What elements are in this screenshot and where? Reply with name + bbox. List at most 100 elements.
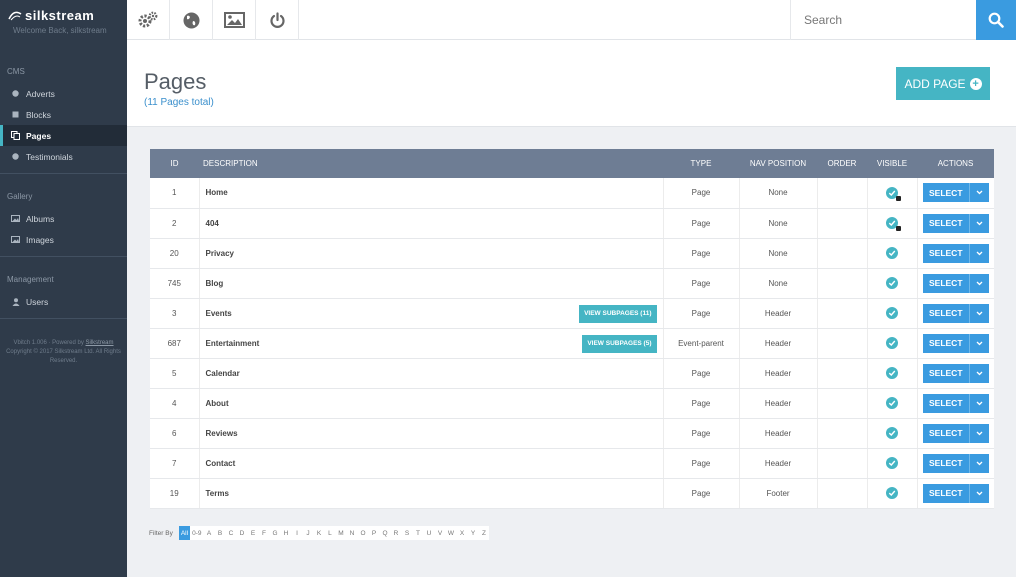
select-action-button[interactable]: SELECT xyxy=(922,303,989,323)
chevron-down-icon[interactable] xyxy=(970,183,989,202)
settings-button[interactable] xyxy=(127,0,170,40)
filter-option[interactable]: L xyxy=(324,526,336,540)
filter-option[interactable]: M xyxy=(335,526,347,540)
check-circle-icon[interactable] xyxy=(886,186,901,201)
row-nav-position: None xyxy=(738,238,817,269)
sidebar-item-pages[interactable]: Pages xyxy=(0,125,127,146)
filter-option[interactable]: O xyxy=(357,526,369,540)
col-visible[interactable]: VISIBLE xyxy=(867,149,917,178)
select-action-button[interactable]: SELECT xyxy=(922,363,989,383)
sidebar-item-adverts[interactable]: Adverts xyxy=(0,83,127,104)
check-circle-icon[interactable] xyxy=(886,277,898,289)
filter-option[interactable]: N xyxy=(346,526,358,540)
chevron-down-icon[interactable] xyxy=(970,274,989,293)
filter-option[interactable]: R xyxy=(390,526,402,540)
select-action-button[interactable]: SELECT xyxy=(922,273,989,293)
filter-option[interactable]: S xyxy=(401,526,413,540)
sidebar-item-users[interactable]: Users xyxy=(0,291,127,312)
check-circle-icon[interactable] xyxy=(886,457,898,469)
row-description: 404 xyxy=(198,208,663,239)
chevron-down-icon[interactable] xyxy=(970,214,989,233)
filter-option[interactable]: All xyxy=(178,526,191,540)
sidebar-item-label: Testimonials xyxy=(26,151,73,162)
filter-option[interactable]: T xyxy=(412,526,424,540)
search-input[interactable] xyxy=(804,13,974,27)
chevron-down-icon[interactable] xyxy=(970,454,989,473)
col-description[interactable]: DESCRIPTION xyxy=(199,149,663,178)
select-action-button[interactable]: SELECT xyxy=(922,333,989,353)
col-id[interactable]: ID xyxy=(150,149,199,178)
chevron-down-icon[interactable] xyxy=(970,334,989,353)
row-visible xyxy=(866,268,917,299)
chevron-down-icon[interactable] xyxy=(970,364,989,383)
filter-option[interactable]: W xyxy=(445,526,457,540)
welcome-text: Welcome Back, silkstream xyxy=(13,26,107,35)
chevron-down-icon[interactable] xyxy=(970,244,989,263)
chevron-down-icon[interactable] xyxy=(970,304,989,323)
filter-option[interactable]: 0-9 xyxy=(190,526,204,540)
select-action-button[interactable]: SELECT xyxy=(922,423,989,443)
sidebar-item-images[interactable]: Images xyxy=(0,229,127,250)
filter-option[interactable]: V xyxy=(434,526,446,540)
col-nav-position[interactable]: NAV POSITION xyxy=(739,149,817,178)
filter-option[interactable]: J xyxy=(302,526,314,540)
filter-option[interactable]: Q xyxy=(379,526,391,540)
filter-option[interactable]: D xyxy=(236,526,248,540)
select-action-button[interactable]: SELECT xyxy=(922,393,989,413)
select-label: SELECT xyxy=(923,333,970,353)
add-page-button[interactable]: ADD PAGE + xyxy=(896,67,990,100)
select-label: SELECT xyxy=(923,303,970,323)
view-subpages-button[interactable]: VIEW SUBPAGES (5) xyxy=(582,334,657,353)
logo[interactable]: silkstream xyxy=(8,8,127,23)
filter-option[interactable]: I xyxy=(291,526,303,540)
globe-icon xyxy=(183,12,199,28)
check-circle-icon[interactable] xyxy=(886,217,901,231)
row-description-text: Calendar xyxy=(205,368,240,378)
search-button[interactable] xyxy=(976,0,1016,40)
filter-option[interactable]: F xyxy=(258,526,270,540)
filter-option[interactable]: Z xyxy=(478,526,490,540)
filter-option[interactable]: Y xyxy=(467,526,479,540)
check-circle-icon[interactable] xyxy=(886,427,898,439)
select-action-button[interactable]: SELECT xyxy=(922,243,989,263)
select-label: SELECT xyxy=(923,483,970,503)
powered-link[interactable]: Silkstream xyxy=(86,340,114,346)
select-action-button[interactable]: SELECT xyxy=(922,213,989,233)
filter-option[interactable]: G xyxy=(269,526,281,540)
filter-option[interactable]: A xyxy=(203,526,215,540)
chevron-down-icon[interactable] xyxy=(970,484,989,503)
filter-option[interactable]: B xyxy=(214,526,226,540)
filter-option[interactable]: C xyxy=(225,526,237,540)
select-action-button[interactable]: SELECT xyxy=(922,183,989,203)
chevron-down-icon[interactable] xyxy=(970,424,989,443)
filter-option[interactable]: K xyxy=(313,526,325,540)
media-button[interactable] xyxy=(213,0,256,40)
check-circle-icon[interactable] xyxy=(886,367,898,379)
filter-option[interactable]: U xyxy=(423,526,435,540)
check-circle-icon[interactable] xyxy=(886,247,898,259)
check-circle-icon[interactable] xyxy=(886,307,898,319)
logout-button[interactable] xyxy=(256,0,299,40)
check-circle-icon[interactable] xyxy=(886,487,898,499)
col-type[interactable]: TYPE xyxy=(663,149,739,178)
settings-icon xyxy=(138,11,158,28)
select-label: SELECT xyxy=(923,393,970,413)
sidebar-item-blocks[interactable]: Blocks xyxy=(0,104,127,125)
sidebar-item-testimonials[interactable]: Testimonials xyxy=(0,146,127,167)
check-circle-icon[interactable] xyxy=(886,337,898,349)
filter-option[interactable]: H xyxy=(280,526,292,540)
row-description-text: Events xyxy=(205,308,232,318)
select-action-button[interactable]: SELECT xyxy=(922,483,989,503)
select-action-button[interactable]: SELECT xyxy=(922,453,989,473)
chevron-down-icon[interactable] xyxy=(970,394,989,413)
globe-button[interactable] xyxy=(170,0,213,40)
filter-option[interactable]: X xyxy=(456,526,468,540)
sidebar-item-albums[interactable]: Albums xyxy=(0,208,127,229)
check-circle-icon[interactable] xyxy=(886,397,898,409)
filter-option[interactable]: E xyxy=(247,526,259,540)
col-order[interactable]: ORDER xyxy=(817,149,867,178)
view-subpages-button[interactable]: VIEW SUBPAGES (11) xyxy=(579,304,657,323)
filter-option[interactable]: P xyxy=(368,526,380,540)
row-visible xyxy=(866,448,917,479)
row-visible xyxy=(866,418,917,449)
